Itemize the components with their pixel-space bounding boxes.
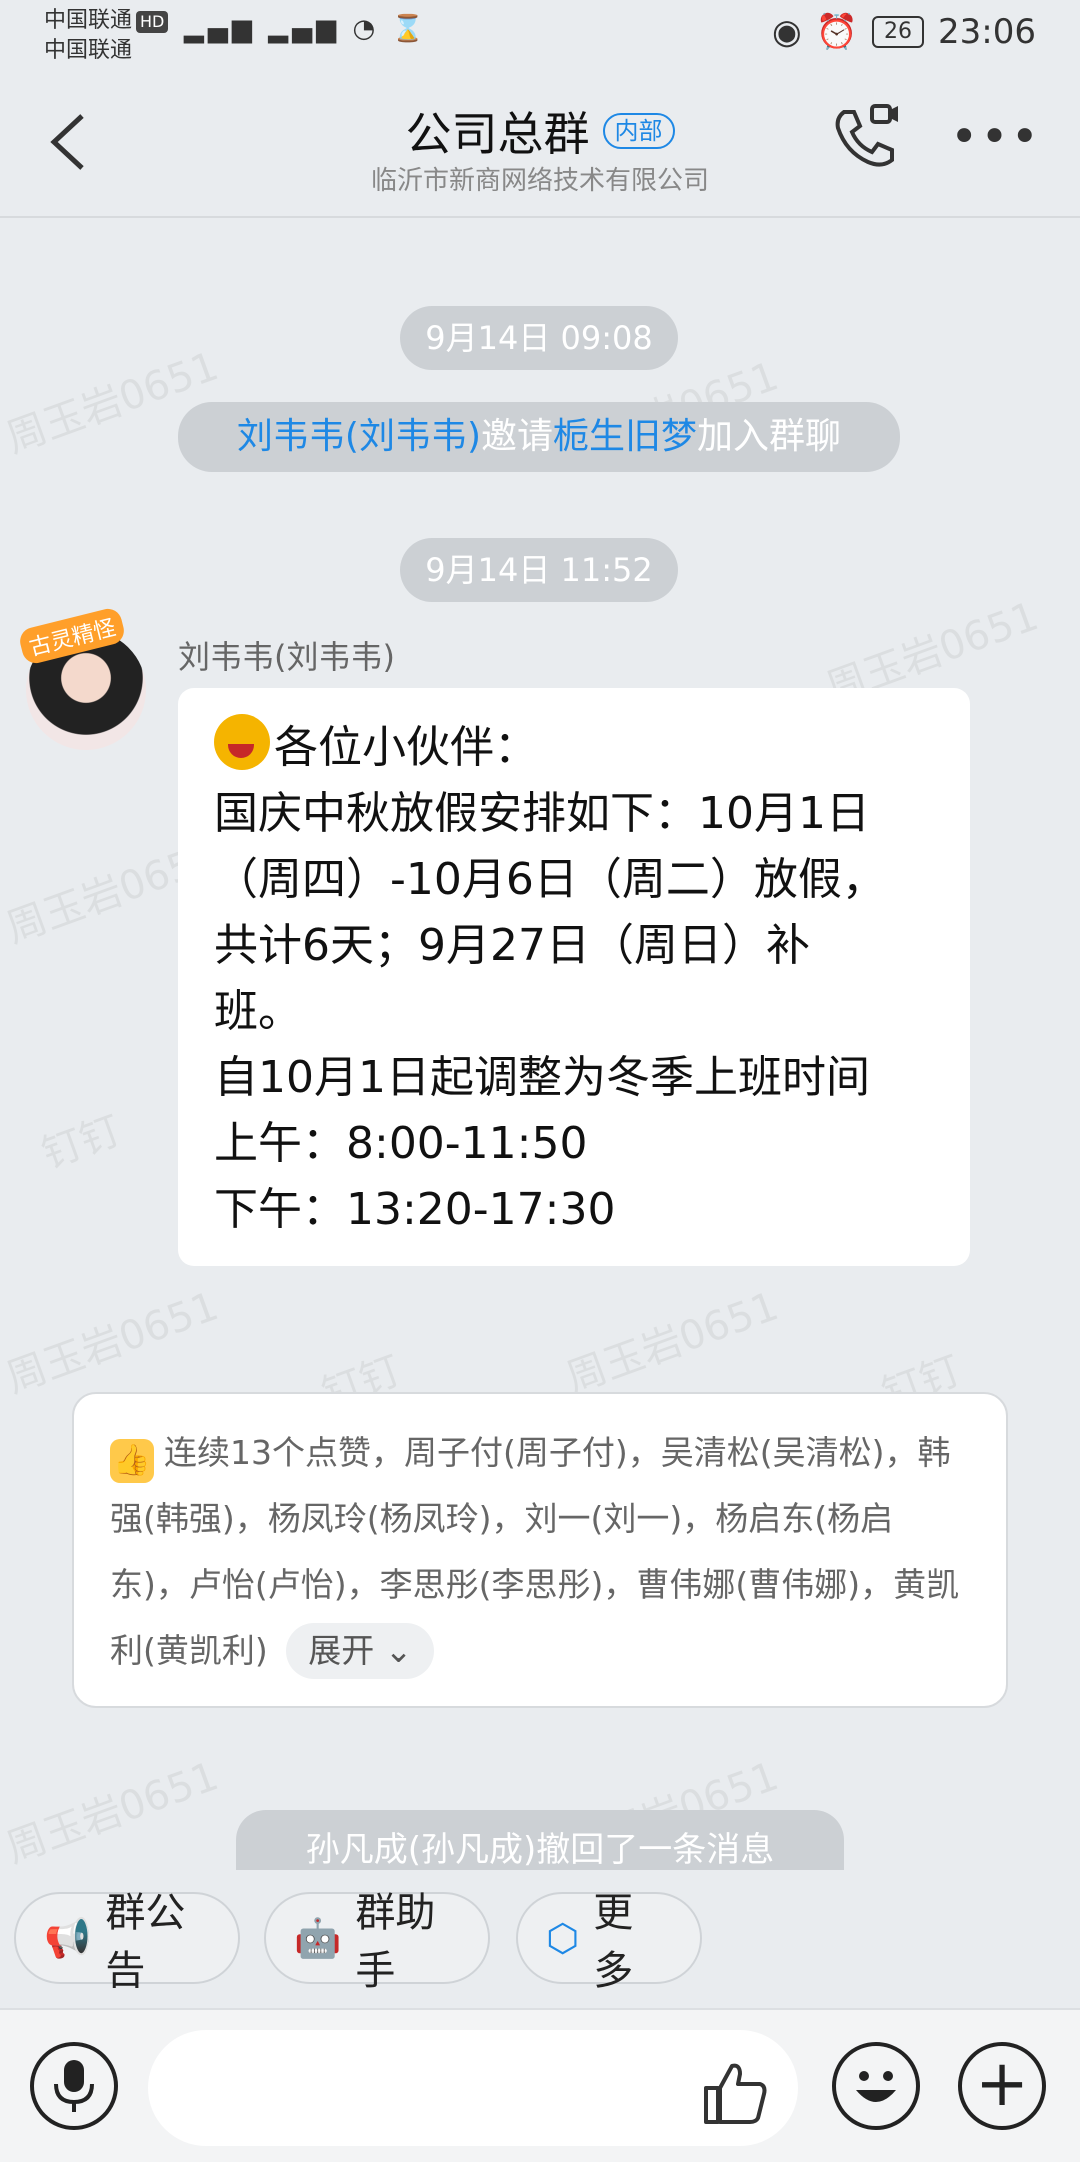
thumbs-up-emoji-icon: 👍 [110, 1439, 154, 1483]
robot-icon: 🤖 [294, 1915, 342, 1960]
message-line: （周四）-10月6日（周二）放假， [214, 854, 886, 905]
wifi-icon: ◔ [352, 14, 380, 44]
system-join-message: 刘韦韦(刘韦韦)邀请栀生旧梦加入群聊 [178, 402, 900, 472]
status-bar: 中国联通 HD 中国联通 ▂▄▆ ▂▄▆ ◔ ⌛ ◉ ⏰ 26 23:06 [0, 0, 1080, 72]
message-line: 下午：13:20-17:30 [214, 1184, 616, 1235]
crying-laugh-emoji-icon [214, 714, 270, 770]
thumbs-up-icon[interactable] [700, 2058, 770, 2128]
expand-button[interactable]: 展开 ⌄ [286, 1623, 435, 1679]
likes-list: 连续13个点赞，周子付(周子付)，吴清松(吴清松)，韩强(韩强)，杨凤玲(杨凤玲… [110, 1433, 960, 1670]
message-line: 共计6天；9月27日（周日）补 [214, 920, 810, 971]
message-line: 自10月1日起调整为冬季上班时间 [214, 1052, 870, 1103]
carrier-info: 中国联通 HD 中国联通 [44, 6, 169, 66]
emoji-icon[interactable] [832, 2042, 920, 2130]
title-wrap[interactable]: 公司总群 内部 [0, 98, 1080, 164]
watermark: 周玉岩0651 [560, 1283, 785, 1403]
likes-text: 👍 连续13个点赞，周子付(周子付)，吴清松(吴清松)，韩强(韩强)，杨凤玲(杨凤… [110, 1420, 970, 1684]
message-line: 国庆中秋放假安排如下：10月1日 [214, 788, 870, 839]
input-bar: + [0, 2008, 1080, 2162]
timestamp: 9月14日 11:52 [400, 538, 678, 602]
clock-time: 23:06 [938, 12, 1036, 52]
status-right: ◉ ⏰ 26 23:06 [772, 12, 1036, 52]
chat-header: 公司总群 内部 临沂市新商网络技术有限公司 ••• [0, 72, 1080, 218]
company-subtitle: 临沂市新商网络技术有限公司 [370, 166, 709, 196]
microphone-icon[interactable] [30, 2042, 118, 2130]
cube-icon: ⬡ [546, 1916, 580, 1960]
announcement-button[interactable]: 📢 群公告 [14, 1890, 240, 1994]
message-bubble[interactable]: 各位小伙伴： 国庆中秋放假安排如下：10月1日 （周四）-10月6日（周二）放假… [178, 688, 970, 1266]
more-label: 更多 [593, 1890, 634, 1994]
megaphone-icon: 📢 [44, 1915, 92, 1960]
watermark: 周玉岩0651 [0, 1283, 225, 1403]
recall-notice: 孙凡成(孙凡成)撤回了一条消息 [236, 1810, 844, 1872]
chat-title: 公司总群 [405, 107, 590, 161]
signal-icons: ▂▄▆ ▂▄▆ ◔ ⌛ [184, 14, 428, 44]
signal-icon: ▂▄▆ [268, 14, 341, 44]
quick-action-bar: 📢 群公告 🤖 群助手 ⬡ 更多 [0, 1870, 1080, 2010]
invite-verb: 邀请 [481, 416, 554, 457]
inviter-link[interactable]: 刘韦韦(刘韦韦) [237, 416, 481, 457]
eye-icon: ◉ [772, 12, 802, 52]
chevron-down-icon: ⌄ [384, 1631, 413, 1670]
watermark: 周玉岩0651 [0, 1753, 225, 1873]
sender-name[interactable]: 刘韦韦(刘韦韦) [178, 632, 395, 678]
hourglass-icon: ⌛ [391, 14, 428, 44]
message-line: 上午：8:00-11:50 [214, 1118, 588, 1169]
internal-tag: 内部 [602, 113, 675, 149]
more-dots-icon[interactable]: ••• [950, 102, 1039, 182]
likes-card: 👍 连续13个点赞，周子付(周子付)，吴清松(吴清松)，韩强(韩强)，杨凤玲(杨凤… [72, 1392, 1008, 1708]
join-suffix: 加入群聊 [697, 416, 842, 457]
carrier-2: 中国联通 [44, 38, 133, 63]
video-call-icon[interactable] [830, 102, 910, 182]
message-line: 班。 [214, 986, 302, 1037]
signal-icon: ▂▄▆ [184, 14, 256, 44]
more-button[interactable]: ⬡ 更多 [516, 1890, 702, 1994]
battery-indicator: 26 [872, 16, 925, 48]
plus-icon[interactable]: + [958, 2042, 1046, 2130]
message-line: 各位小伙伴： [214, 714, 934, 781]
alarm-icon: ⏰ [815, 12, 859, 52]
assistant-label: 群助手 [355, 1890, 436, 1994]
invitee-link[interactable]: 栀生旧梦 [553, 416, 697, 457]
hd-badge: HD [136, 11, 169, 33]
carrier-1: 中国联通 [44, 8, 133, 33]
timestamp: 9月14日 09:08 [400, 306, 678, 370]
announcement-label: 群公告 [105, 1890, 186, 1994]
watermark: 钉钉 [35, 1107, 127, 1179]
assistant-button[interactable]: 🤖 群助手 [264, 1890, 490, 1994]
